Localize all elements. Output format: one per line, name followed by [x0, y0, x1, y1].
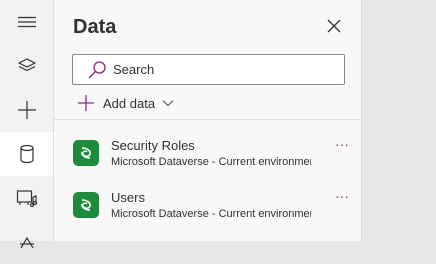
- data-button[interactable]: [0, 132, 53, 176]
- search-box[interactable]: [72, 54, 345, 85]
- advanced-tools-button[interactable]: [0, 220, 53, 264]
- data-source-item-security-roles[interactable]: Security Roles Microsoft Dataverse - Cur…: [73, 137, 358, 177]
- data-source-subtitle: Microsoft Dataverse - Current environmen…: [111, 156, 311, 168]
- hamburger-menu-button[interactable]: [0, 0, 53, 44]
- insert-button[interactable]: [0, 88, 53, 132]
- search-icon: [87, 60, 107, 80]
- data-source-name: Users: [111, 190, 145, 205]
- add-plus-icon: [78, 95, 94, 111]
- data-source-name: Security Roles: [111, 138, 195, 153]
- plus-icon: [17, 101, 36, 119]
- left-rail: [0, 0, 54, 249]
- tree-view-button[interactable]: [0, 44, 53, 88]
- data-panel: Data Add data Security: [54, 0, 362, 241]
- data-source-subtitle: Microsoft Dataverse - Current environmen…: [111, 208, 311, 220]
- hamburger-menu-icon: [17, 16, 36, 28]
- more-options-button[interactable]: ···: [335, 189, 349, 203]
- advanced-tools-icon: [19, 236, 34, 249]
- chevron-down-icon: [162, 100, 174, 107]
- dataverse-icon: [73, 140, 99, 166]
- layers-icon: [17, 58, 36, 72]
- database-icon: [19, 144, 34, 164]
- add-data-label: Add data: [103, 95, 156, 111]
- media-button[interactable]: [0, 176, 53, 220]
- panel-title: Data: [73, 16, 117, 38]
- more-options-button[interactable]: ···: [335, 137, 349, 151]
- divider: [54, 119, 361, 120]
- add-data-button[interactable]: Add data: [77, 93, 174, 113]
- close-button[interactable]: [325, 17, 343, 35]
- media-icon: [16, 190, 37, 208]
- close-icon: [327, 19, 341, 33]
- search-input[interactable]: [113, 62, 313, 77]
- data-source-item-users[interactable]: Users Microsoft Dataverse - Current envi…: [73, 189, 358, 229]
- dataverse-icon: [73, 192, 99, 218]
